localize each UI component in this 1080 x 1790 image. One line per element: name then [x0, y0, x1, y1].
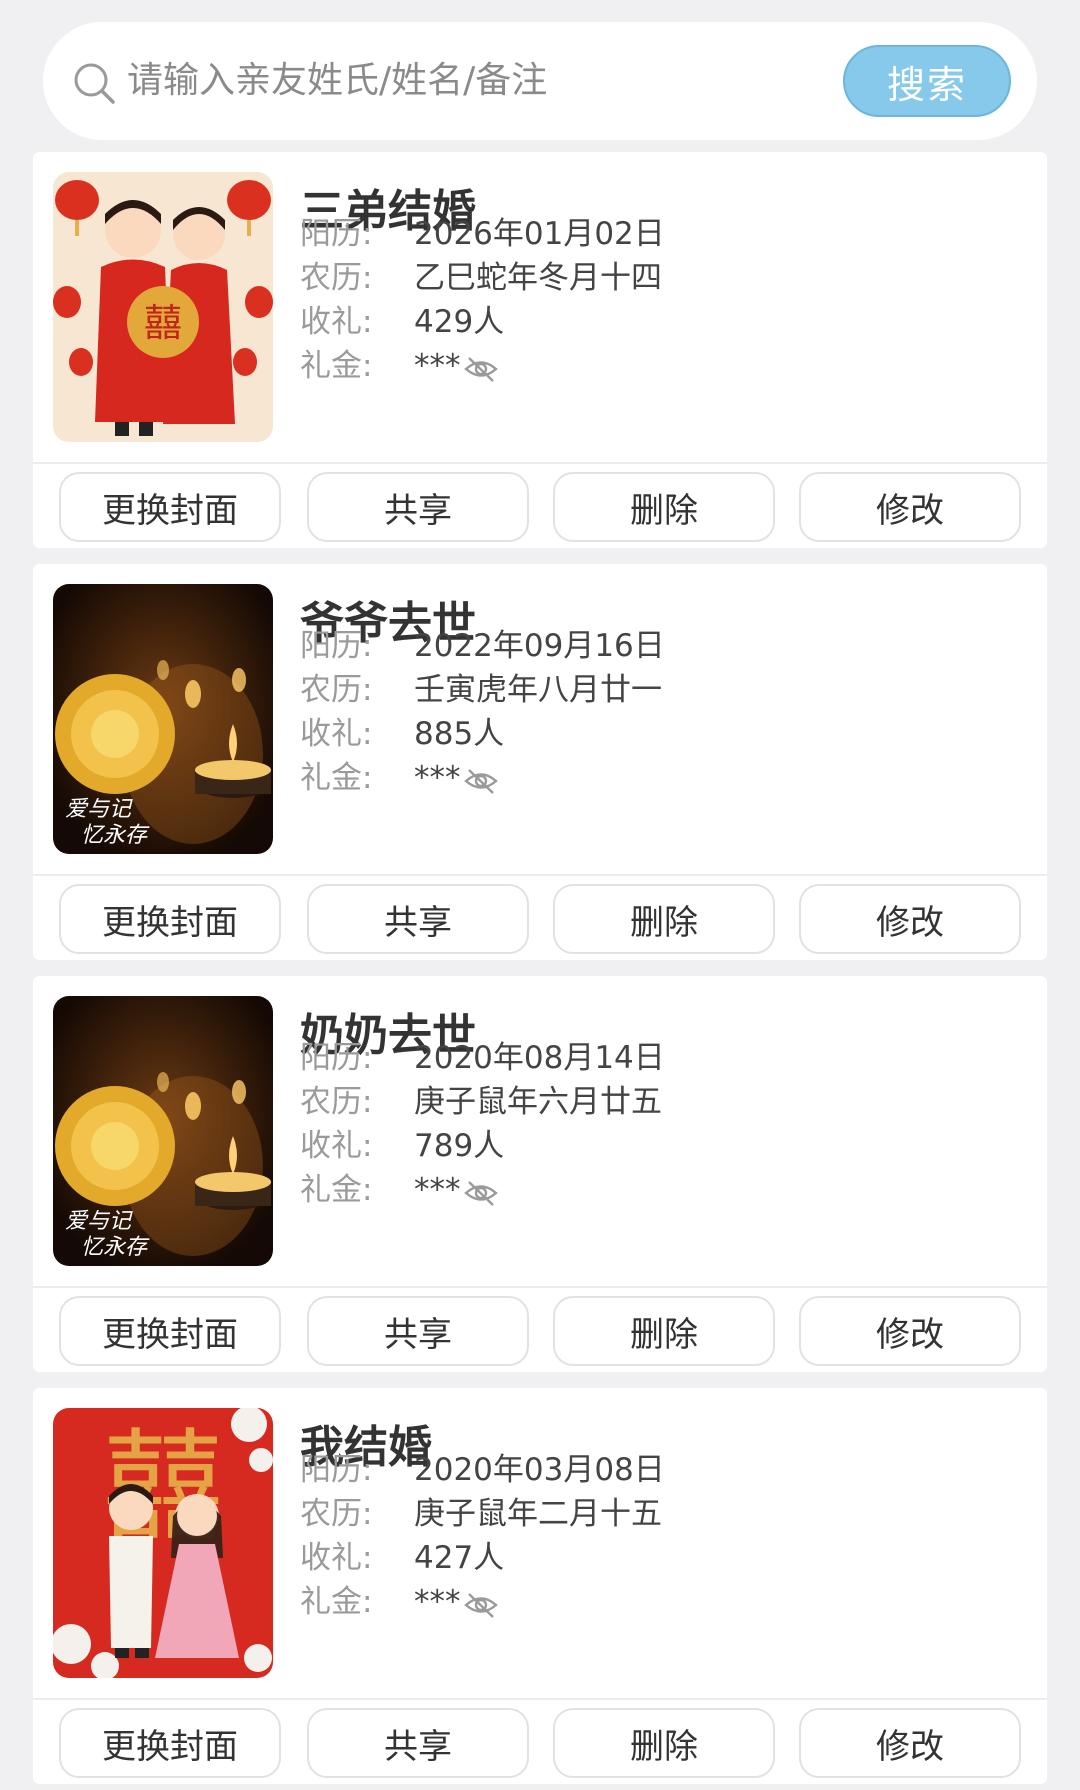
guests-label: 收礼: [300, 716, 373, 752]
solar-date-label: 阳历: [300, 1452, 373, 1488]
guests-value: 427人 [414, 1540, 505, 1576]
lunar-date-label: 农历: [300, 1496, 373, 1532]
share-button[interactable]: 共享 [307, 472, 529, 542]
money-value: *** [414, 1584, 461, 1620]
event-card: 爱与记 忆永存 奶奶去世 阳历: 2020年08月14日 农历: 庚子鼠年六月廿… [33, 976, 1047, 1372]
change-cover-button[interactable]: 更换封面 [59, 1708, 281, 1778]
card-divider [33, 1286, 1047, 1288]
edit-button[interactable]: 修改 [799, 884, 1021, 954]
solar-date-value: 2022年09月16日 [414, 628, 665, 664]
card-actions: 更换封面 共享 删除 修改 [59, 1296, 1025, 1366]
delete-button[interactable]: 删除 [553, 884, 775, 954]
money-row: 礼金: *** [300, 1580, 700, 1624]
event-card: 囍 三弟结婚 阳历: 2026年01月02日 农历: 乙巳蛇年冬月十四 收礼: … [33, 152, 1047, 548]
guests-label: 收礼: [300, 1540, 373, 1576]
search-button[interactable]: 搜索 [843, 45, 1011, 117]
search-icon [74, 63, 115, 104]
share-button[interactable]: 共享 [307, 1296, 529, 1366]
share-button[interactable]: 共享 [307, 1708, 529, 1778]
delete-button[interactable]: 删除 [553, 1296, 775, 1366]
edit-button[interactable]: 修改 [799, 472, 1021, 542]
change-cover-button[interactable]: 更换封面 [59, 1296, 281, 1366]
solar-date-label: 阳历: [300, 1040, 373, 1076]
edit-button[interactable]: 修改 [799, 1708, 1021, 1778]
event-card: 囍 我结婚 阳历: 2020年03月08日 农历: 庚子鼠年二月十五 收礼: 4… [33, 1388, 1047, 1784]
lunar-date-value: 庚子鼠年二月十五 [414, 1496, 662, 1532]
solar-date-value: 2026年01月02日 [414, 216, 665, 252]
guests-value: 789人 [414, 1128, 505, 1164]
money-value: *** [414, 348, 461, 384]
eye-hidden-icon[interactable] [463, 1590, 499, 1620]
svg-text:囍: 囍 [144, 301, 182, 345]
money-label: 礼金: [300, 1172, 373, 1208]
change-cover-button[interactable]: 更换封面 [59, 472, 281, 542]
solar-date-label: 阳历: [300, 216, 373, 252]
card-divider [33, 462, 1047, 464]
wedding-western-image[interactable]: 囍 [53, 1408, 273, 1678]
event-card: 爱与记 忆永存 爷爷去世 阳历: 2022年09月16日 农历: 壬寅虎年八月廿… [33, 564, 1047, 960]
memorial-candles-image[interactable]: 爱与记 忆永存 [53, 996, 273, 1266]
money-row: 礼金: *** [300, 756, 700, 800]
card-divider [33, 874, 1047, 876]
money-row: 礼金: *** [300, 344, 700, 388]
guests-value: 429人 [414, 304, 505, 340]
memorial-candles-image[interactable]: 爱与记 忆永存 [53, 584, 273, 854]
cover-caption: 忆永存 [81, 823, 150, 848]
change-cover-button[interactable]: 更换封面 [59, 884, 281, 954]
card-actions: 更换封面 共享 删除 修改 [59, 1708, 1025, 1778]
search-input[interactable] [127, 50, 827, 110]
card-actions: 更换封面 共享 删除 修改 [59, 472, 1025, 542]
money-row: 礼金: *** [300, 1168, 700, 1212]
money-label: 礼金: [300, 760, 373, 796]
money-value: *** [414, 760, 461, 796]
cover-caption: 忆永存 [81, 1235, 150, 1260]
eye-hidden-icon[interactable] [463, 1178, 499, 1208]
guests-label: 收礼: [300, 1128, 373, 1164]
card-divider [33, 1698, 1047, 1700]
cover-caption: 爱与记 [65, 1209, 133, 1234]
lunar-date-value: 壬寅虎年八月廿一 [414, 672, 662, 708]
money-label: 礼金: [300, 348, 373, 384]
cover-caption: 爱与记 [65, 797, 133, 822]
eye-hidden-icon[interactable] [463, 766, 499, 796]
lunar-date-label: 农历: [300, 260, 373, 296]
share-button[interactable]: 共享 [307, 884, 529, 954]
lunar-date-label: 农历: [300, 672, 373, 708]
money-label: 礼金: [300, 1584, 373, 1620]
delete-button[interactable]: 删除 [553, 1708, 775, 1778]
guests-value: 885人 [414, 716, 505, 752]
lunar-date-value: 庚子鼠年六月廿五 [414, 1084, 662, 1120]
delete-button[interactable]: 删除 [553, 472, 775, 542]
lunar-date-value: 乙巳蛇年冬月十四 [414, 260, 662, 296]
solar-date-label: 阳历: [300, 628, 373, 664]
solar-date-value: 2020年08月14日 [414, 1040, 665, 1076]
wedding-traditional-image[interactable]: 囍 [53, 172, 273, 442]
edit-button[interactable]: 修改 [799, 1296, 1021, 1366]
card-actions: 更换封面 共享 删除 修改 [59, 884, 1025, 954]
solar-date-value: 2020年03月08日 [414, 1452, 665, 1488]
guests-label: 收礼: [300, 304, 373, 340]
eye-hidden-icon[interactable] [463, 354, 499, 384]
search-bar: 搜索 [43, 22, 1037, 140]
money-value: *** [414, 1172, 461, 1208]
lunar-date-label: 农历: [300, 1084, 373, 1120]
